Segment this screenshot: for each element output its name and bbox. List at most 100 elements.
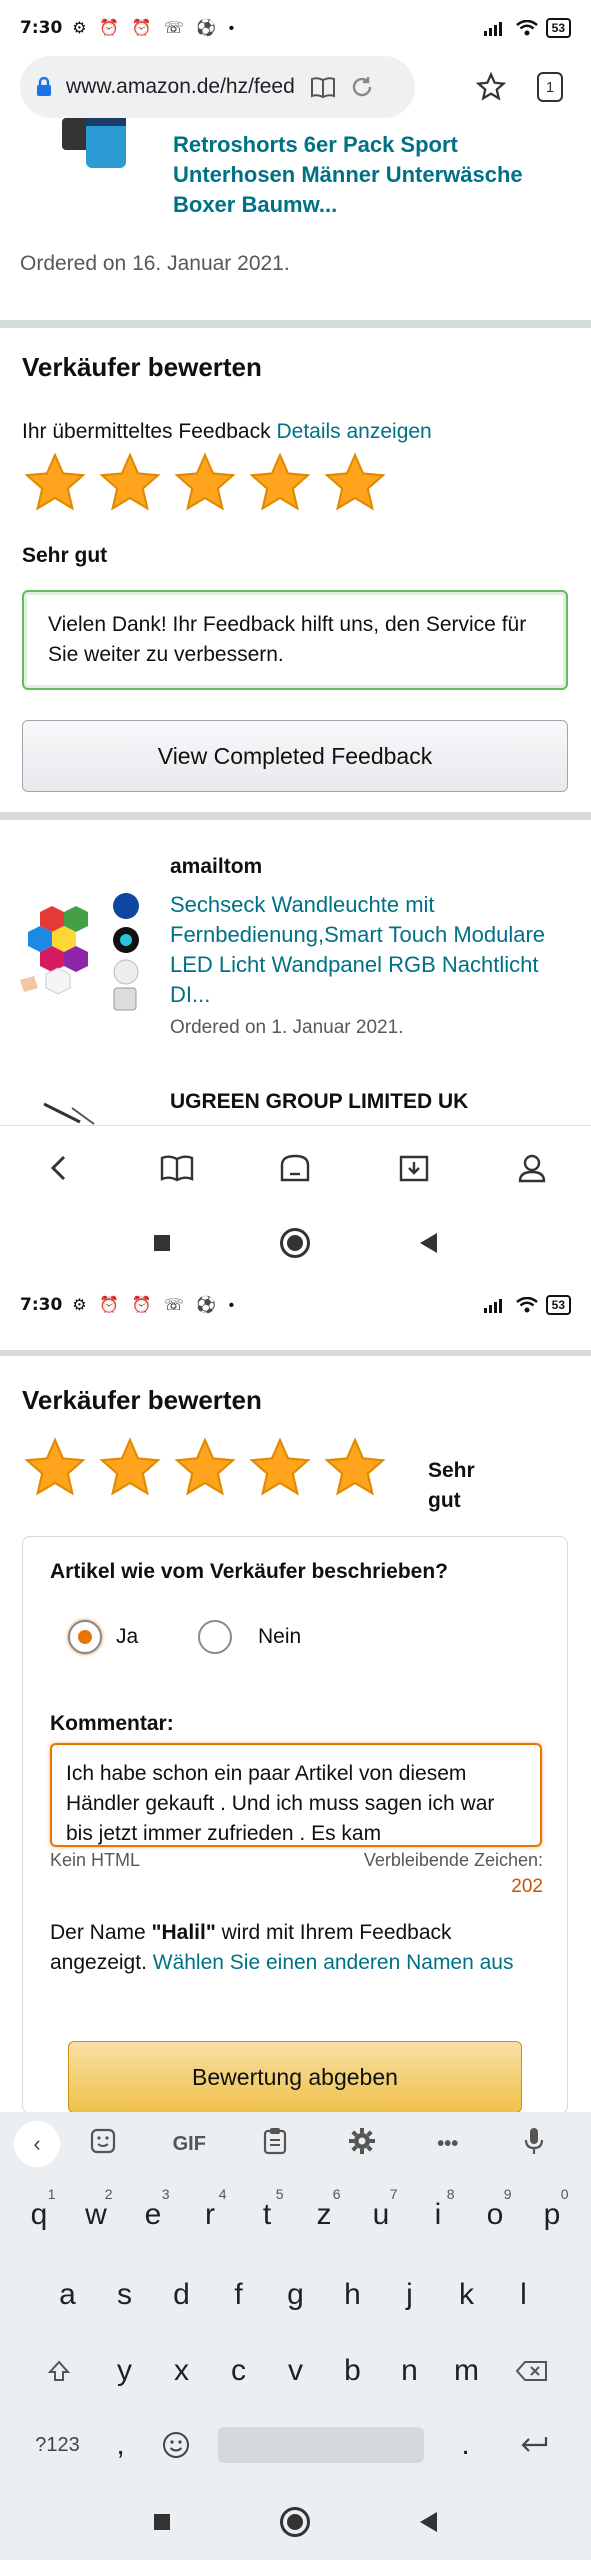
view-completed-feedback-button[interactable]: View Completed Feedback xyxy=(22,720,568,792)
back-triangle-icon[interactable] xyxy=(420,2512,437,2532)
star-icon[interactable] xyxy=(322,1436,388,1500)
order-date: Ordered on 16. Januar 2021. xyxy=(20,252,290,275)
key-v[interactable]: v xyxy=(267,2338,324,2404)
wifi-icon xyxy=(515,20,538,36)
feedback-label: Ihr übermitteltes Feedback xyxy=(22,420,271,443)
bookmark-star-icon[interactable] xyxy=(470,66,512,108)
shift-key-icon[interactable] xyxy=(22,2338,96,2404)
recents-icon[interactable] xyxy=(154,1235,170,1251)
notification-icons: ⚙ ⏰ ⏰ ☏ ⚽ • xyxy=(72,1297,239,1314)
key-i[interactable]: i8 xyxy=(410,2182,467,2248)
key-l[interactable]: l xyxy=(495,2262,552,2328)
comma-key[interactable]: , xyxy=(96,2412,146,2478)
enter-key-icon[interactable] xyxy=(496,2412,572,2478)
key-f[interactable]: f xyxy=(210,2262,267,2328)
recents-icon[interactable] xyxy=(154,2514,170,2530)
key-hint-0: 0 xyxy=(560,2186,569,2202)
name-note-prefix: Der Name xyxy=(50,1921,152,1944)
key-b[interactable]: b xyxy=(324,2338,381,2404)
radio-yes[interactable]: Ja xyxy=(68,1620,138,1654)
browser-toolbar xyxy=(0,1125,591,1209)
submit-rating-button[interactable]: Bewertung abgeben xyxy=(68,2041,522,2113)
microphone-icon[interactable] xyxy=(491,2127,577,2161)
home-button-icon[interactable] xyxy=(280,2507,310,2537)
thank-you-alert: Vielen Dank! Ihr Feedback hilft uns, den… xyxy=(22,590,568,690)
key-c[interactable]: c xyxy=(210,2338,267,2404)
download-icon[interactable] xyxy=(394,1148,434,1188)
reload-icon[interactable] xyxy=(350,75,374,99)
period-key[interactable]: . xyxy=(436,2412,496,2478)
book-icon[interactable] xyxy=(157,1148,197,1188)
details-link[interactable]: Details anzeigen xyxy=(276,420,431,443)
radio-no-control[interactable] xyxy=(198,1620,232,1654)
key-q[interactable]: q1 xyxy=(11,2182,68,2248)
key-d[interactable]: d xyxy=(153,2262,210,2328)
key-hint-8: 8 xyxy=(446,2186,455,2202)
choose-other-name-link[interactable]: Wählen Sie einen anderen Namen aus xyxy=(153,1951,514,1974)
symbols-key[interactable]: ?123 xyxy=(20,2412,96,2478)
home-button-icon[interactable] xyxy=(280,1228,310,1258)
home-icon[interactable] xyxy=(275,1148,315,1188)
star-rating-input[interactable] xyxy=(22,1436,388,1500)
product-title-link[interactable]: Retroshorts 6er Pack Sport Unterhosen Mä… xyxy=(173,130,533,220)
key-o[interactable]: o9 xyxy=(467,2182,524,2248)
display-name-note: Der Name "Halil" wird mit Ihrem Feedback… xyxy=(50,1918,550,1978)
tab-count: 1 xyxy=(537,72,563,102)
key-e[interactable]: e3 xyxy=(125,2182,182,2248)
emoji-key-icon[interactable] xyxy=(146,2412,206,2478)
tabs-button[interactable]: 1 xyxy=(529,66,571,108)
product-title-link[interactable]: Sechseck Wandleuchte mit Fernbedienung,S… xyxy=(170,890,560,1010)
key-y[interactable]: y xyxy=(96,2338,153,2404)
key-w[interactable]: w2 xyxy=(68,2182,125,2248)
key-p[interactable]: p0 xyxy=(524,2182,581,2248)
backspace-key-icon[interactable] xyxy=(495,2338,569,2404)
reader-mode-icon[interactable] xyxy=(310,75,336,99)
remaining-chars-count: 202 xyxy=(511,1876,543,1897)
key-hint-6: 6 xyxy=(332,2186,341,2202)
space-key[interactable] xyxy=(206,2412,436,2478)
key-h[interactable]: h xyxy=(324,2262,381,2328)
key-u[interactable]: u7 xyxy=(353,2182,410,2248)
star-icon[interactable] xyxy=(247,1436,313,1500)
key-hint-3: 3 xyxy=(161,2186,170,2202)
more-icon[interactable]: ••• xyxy=(405,2133,491,2156)
section-divider xyxy=(0,320,591,328)
key-x[interactable]: x xyxy=(153,2338,210,2404)
comment-textarea[interactable]: Ich habe schon ein paar Artikel von dies… xyxy=(50,1743,542,1847)
back-triangle-icon[interactable] xyxy=(420,1233,437,1253)
status-bar: 7:30 ⚙ ⏰ ⏰ ☏ ⚽ • 53 xyxy=(0,1277,591,1333)
status-time: 7:30 xyxy=(20,1295,63,1315)
key-t[interactable]: t5 xyxy=(239,2182,296,2248)
key-hint-5: 5 xyxy=(275,2186,284,2202)
sticker-icon[interactable] xyxy=(60,2128,146,2160)
key-j[interactable]: j xyxy=(381,2262,438,2328)
key-s[interactable]: s xyxy=(96,2262,153,2328)
wifi-icon xyxy=(515,1297,538,1313)
key-g[interactable]: g xyxy=(267,2262,324,2328)
address-bar[interactable]: www.amazon.de/hz/feedb xyxy=(20,56,415,118)
url-text[interactable]: www.amazon.de/hz/feedb xyxy=(66,75,296,99)
radio-yes-control[interactable] xyxy=(68,1620,102,1654)
star-icon[interactable] xyxy=(172,1436,238,1500)
clipboard-icon[interactable] xyxy=(232,2127,318,2161)
no-html-hint: Kein HTML xyxy=(50,1850,141,1870)
gif-button[interactable]: GIF xyxy=(146,2133,232,2156)
keyboard-row-3: yxcvbnm xyxy=(0,2338,591,2404)
key-k[interactable]: k xyxy=(438,2262,495,2328)
key-m[interactable]: m xyxy=(438,2338,495,2404)
star-icon[interactable] xyxy=(97,1436,163,1500)
key-n[interactable]: n xyxy=(381,2338,438,2404)
product-image-hexagon-lights[interactable] xyxy=(18,888,142,1012)
star-icon[interactable] xyxy=(22,1436,88,1500)
key-z[interactable]: z6 xyxy=(296,2182,353,2248)
radio-no[interactable]: Nein xyxy=(198,1620,301,1654)
back-icon[interactable] xyxy=(39,1148,79,1188)
star-icon xyxy=(99,452,161,511)
keyboard-collapse-icon[interactable]: ‹ xyxy=(14,2121,60,2167)
settings-gear-icon[interactable] xyxy=(319,2127,405,2161)
account-icon[interactable] xyxy=(512,1148,552,1188)
product-image-shorts[interactable] xyxy=(62,118,132,168)
radio-yes-label: Ja xyxy=(116,1625,139,1648)
key-a[interactable]: a xyxy=(39,2262,96,2328)
key-r[interactable]: r4 xyxy=(182,2182,239,2248)
